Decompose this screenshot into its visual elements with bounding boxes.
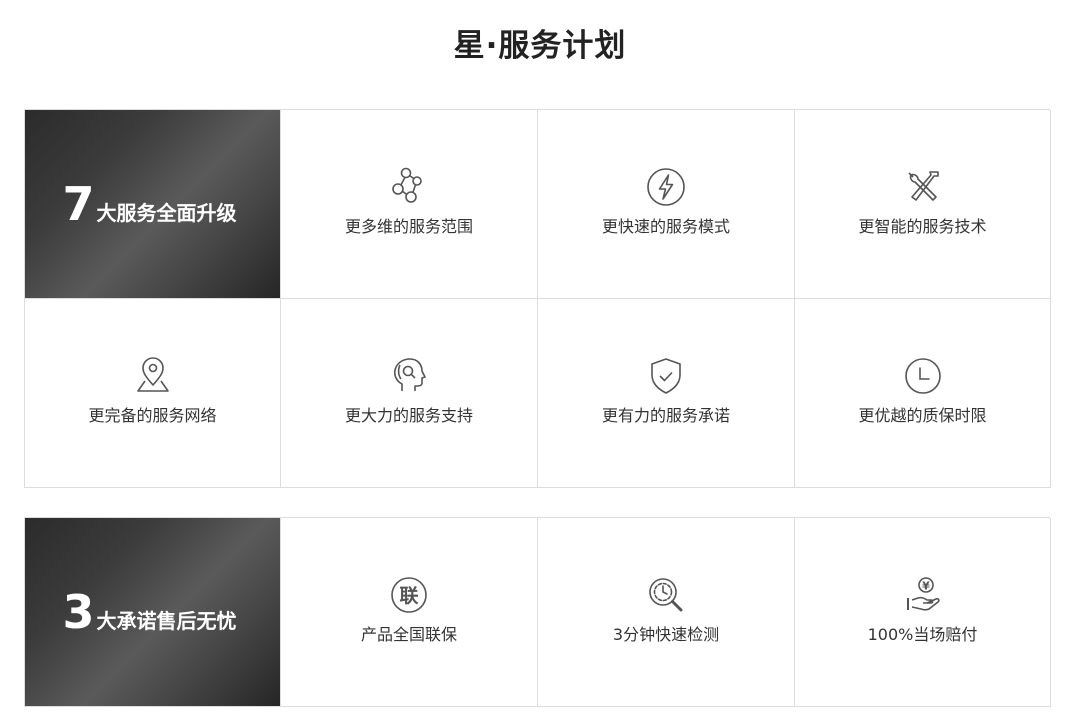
feature-label: 更智能的服务技术 [858,217,987,236]
lian-badge-text: 联 [399,585,418,607]
feature-label: 更多维的服务范围 [344,217,473,236]
feature-label: 更有力的服务承诺 [601,406,730,425]
promises-hero-text: 大承诺售后无忧 [96,609,237,633]
feature-warranty: 更优越的质保时限 [795,299,1051,488]
feature-scope: 更多维的服务范围 [281,110,538,299]
coin-symbol: ¥ [922,580,930,593]
shield-check-icon [643,353,689,399]
feature-label: 产品全国联保 [360,625,457,644]
lightning-icon [643,164,689,210]
page-title: 星·服务计划 [453,28,627,64]
feature-label: 更大力的服务支持 [344,406,473,425]
timer-search-icon [643,572,689,618]
feature-network: 更完备的服务网络 [25,299,281,488]
promise-compensation: ¥ 100%当场赔付 [795,518,1051,707]
promises-hero-banner: 3 大承诺售后无忧 [25,518,281,707]
molecule-icon [386,164,432,210]
feature-support: 更大力的服务支持 [281,299,538,488]
head-support-icon [386,353,432,399]
promises-grid: 3 大承诺售后无忧 联 产品全国联保 3分钟快速检测 ¥ 100%当场赔付 [24,517,1051,707]
upgrades-hero-text: 大服务全面升级 [96,201,237,225]
feature-label: 更快速的服务模式 [601,217,730,236]
feature-label: 100%当场赔付 [867,625,978,644]
promises-hero-number: 3 [62,585,95,639]
clock-icon [900,353,946,399]
feature-speed: 更快速的服务模式 [538,110,795,299]
location-pin-icon [130,353,176,399]
upgrades-grid: 7 大服务全面升级 更多维的服务范围 更快速的服务模式 更智能的服务技术 更完备… [24,109,1051,488]
promise-quick-inspection: 3分钟快速检测 [538,518,795,707]
feature-label: 更完备的服务网络 [88,406,217,425]
promise-national-warranty: 联 产品全国联保 [281,518,538,707]
feature-label: 3分钟快速检测 [612,625,720,644]
feature-label: 更优越的质保时限 [858,406,987,425]
feature-technology: 更智能的服务技术 [795,110,1051,299]
upgrades-hero-number: 7 [62,177,95,231]
lian-badge-icon: 联 [386,572,432,618]
feature-commitment: 更有力的服务承诺 [538,299,795,488]
tools-icon [900,164,946,210]
hand-coin-icon: ¥ [900,572,946,618]
upgrades-hero-banner: 7 大服务全面升级 [25,110,281,299]
